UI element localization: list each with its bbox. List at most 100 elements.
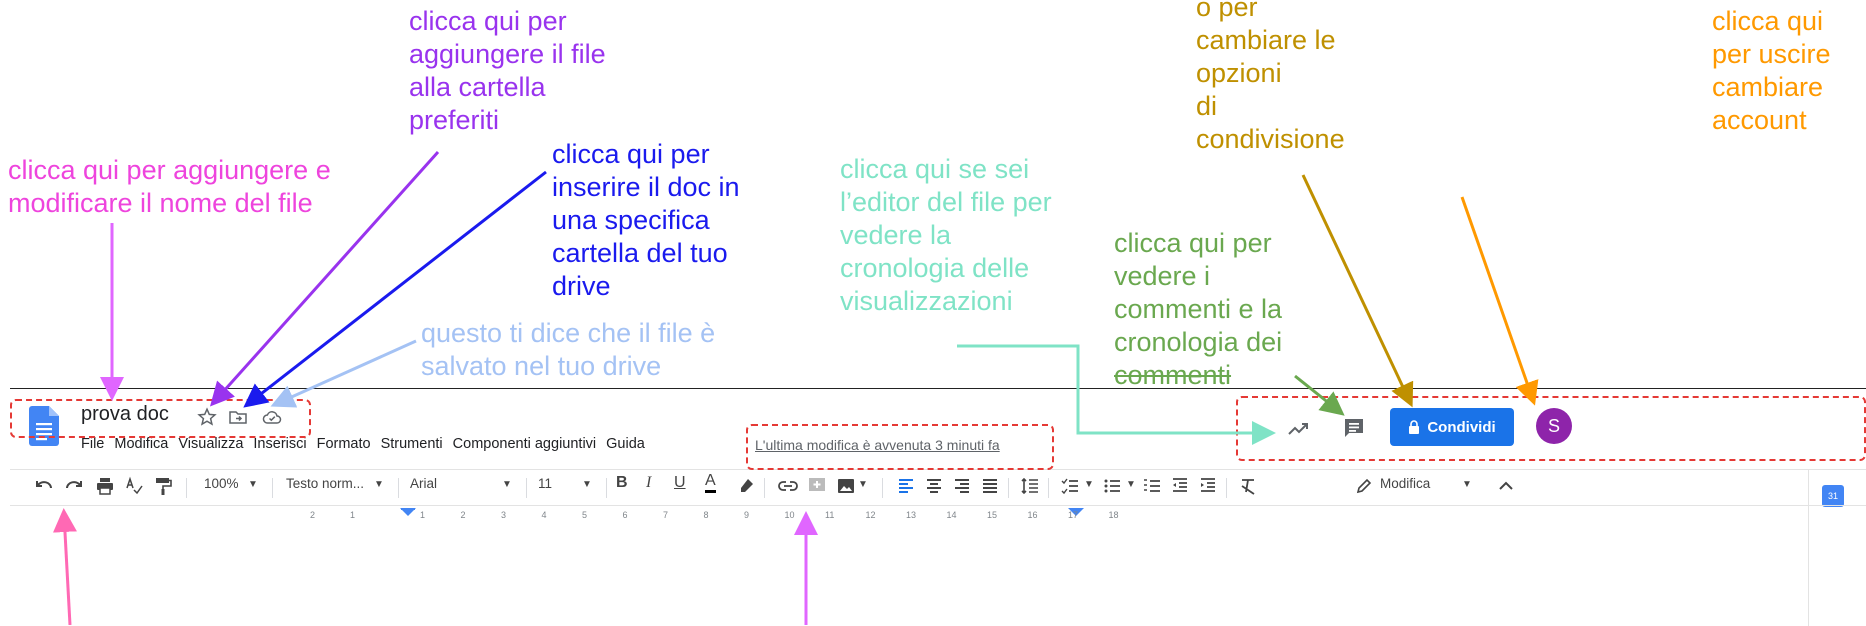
- share-button[interactable]: Condividi: [1390, 408, 1514, 446]
- undo-icon[interactable]: [34, 476, 54, 496]
- font-size-select[interactable]: 11: [538, 476, 552, 491]
- chevron-down-icon[interactable]: ▼: [1126, 479, 1136, 490]
- menu-strumenti[interactable]: Strumenti: [381, 436, 443, 452]
- annotation-saved: questo ti dice che il file è salvato nel…: [421, 318, 716, 381]
- ruler-indent-marker-icon[interactable]: [400, 508, 416, 518]
- ruler-number: 14: [946, 510, 957, 520]
- insert-link-icon[interactable]: [778, 476, 798, 496]
- ruler-number: 2: [460, 510, 466, 520]
- zoom-select[interactable]: 100%: [204, 476, 239, 491]
- checklist-icon[interactable]: [1060, 476, 1080, 496]
- menu-formato[interactable]: Formato: [317, 436, 371, 452]
- annotation-share: o per cambiare le opzioni di condivision…: [1196, 0, 1345, 154]
- paint-format-icon[interactable]: [153, 476, 173, 496]
- font-select[interactable]: Arial: [410, 476, 437, 491]
- document-title[interactable]: prova doc: [81, 403, 169, 426]
- calendar-icon[interactable]: 31: [1822, 485, 1844, 507]
- insert-image-icon[interactable]: [836, 476, 856, 496]
- add-comment-icon[interactable]: [807, 476, 827, 496]
- star-icon[interactable]: [197, 407, 217, 427]
- ruler-number: 12: [865, 510, 876, 520]
- lock-icon: [1409, 420, 1420, 434]
- toolbar-separator: [764, 478, 765, 498]
- ruler-number: 11: [825, 510, 835, 520]
- italic-button[interactable]: I: [646, 474, 651, 492]
- chevron-down-icon[interactable]: ▼: [248, 479, 258, 490]
- toolbar-separator: [882, 478, 883, 498]
- arrow-account: [1460, 196, 1539, 406]
- menu-file[interactable]: File: [81, 436, 104, 452]
- ruler-number: 4: [541, 510, 547, 520]
- menu-bar: File Modifica Visualizza Inserisci Forma…: [81, 436, 655, 452]
- toolbar-separator: [186, 478, 187, 498]
- ruler-number: 3: [501, 510, 507, 520]
- clear-formatting-icon[interactable]: [1238, 476, 1258, 496]
- ruler-number: 16: [1027, 510, 1038, 520]
- toolbar-separator: [398, 478, 399, 498]
- numbered-list-icon[interactable]: [1142, 476, 1162, 496]
- activity-dashboard-icon[interactable]: [1286, 417, 1310, 441]
- menu-modifica[interactable]: Modifica: [114, 436, 168, 452]
- side-panel-divider: [1808, 469, 1809, 626]
- pencil-icon[interactable]: [1354, 476, 1374, 496]
- annotation-activity: clicca qui se sei l’editor del file per …: [840, 154, 1052, 316]
- paragraph-style-select[interactable]: Testo norm...: [286, 476, 364, 491]
- align-center-icon[interactable]: [924, 476, 944, 496]
- chevron-down-icon[interactable]: ▼: [858, 479, 868, 490]
- underline-button[interactable]: U: [674, 474, 686, 492]
- ruler-number: 18: [1108, 510, 1119, 520]
- menu-componenti[interactable]: Componenti aggiuntivi: [453, 436, 596, 452]
- toolbar-separator: [272, 478, 273, 498]
- decrease-indent-icon[interactable]: [1170, 476, 1190, 496]
- editing-mode-select[interactable]: Modifica: [1380, 476, 1430, 491]
- highlight-icon[interactable]: [736, 476, 756, 496]
- chevron-down-icon[interactable]: ▼: [502, 479, 512, 490]
- chevron-down-icon[interactable]: ▼: [1084, 479, 1094, 490]
- menu-inserisci[interactable]: Inserisci: [253, 436, 306, 452]
- bold-button[interactable]: B: [616, 474, 628, 492]
- ruler-number: 7: [663, 510, 669, 520]
- ruler-number: 9: [744, 510, 750, 520]
- menu-visualizza[interactable]: Visualizza: [178, 436, 243, 452]
- chevron-down-icon[interactable]: ▼: [582, 479, 592, 490]
- ruler-number: 6: [622, 510, 628, 520]
- ruler-number: 17: [1068, 510, 1079, 520]
- line-spacing-icon[interactable]: [1020, 476, 1040, 496]
- toolbar-separator: [1048, 478, 1049, 498]
- menu-guida[interactable]: Guida: [606, 436, 645, 452]
- toolbar-separator: [1008, 478, 1009, 498]
- toolbar-separator: [526, 478, 527, 498]
- ruler-number: 5: [582, 510, 588, 520]
- align-left-icon[interactable]: [896, 476, 916, 496]
- bulleted-list-icon[interactable]: [1102, 476, 1122, 496]
- redo-icon[interactable]: [64, 476, 84, 496]
- align-justify-icon[interactable]: [980, 476, 1000, 496]
- arrow-share: [1301, 174, 1414, 408]
- annotation-comments: clicca qui per vedere i commenti e la cr…: [1114, 228, 1283, 390]
- chevron-up-icon[interactable]: [1496, 476, 1516, 496]
- ruler-number: 13: [906, 510, 917, 520]
- chevron-down-icon[interactable]: ▼: [374, 479, 384, 490]
- move-to-folder-icon[interactable]: [228, 407, 248, 427]
- last-edit-link[interactable]: L'ultima modifica è avvenuta 3 minuti fa: [755, 437, 1000, 453]
- toolbar-separator: [1226, 478, 1227, 498]
- docs-logo-icon[interactable]: [29, 406, 59, 446]
- text-color-button[interactable]: A: [705, 472, 716, 493]
- annotation-account: clicca qui per uscire cambiare account: [1712, 6, 1831, 135]
- spellcheck-icon[interactable]: [124, 476, 144, 496]
- share-button-label: Condividi: [1427, 418, 1496, 436]
- annotation-move-folder: clicca qui per inserire il doc in una sp…: [552, 139, 740, 301]
- docs-window: prova doc File Modifica Visualizza Inser…: [10, 388, 1866, 626]
- account-avatar[interactable]: S: [1536, 408, 1572, 444]
- print-icon[interactable]: [95, 476, 115, 496]
- annotation-rename: clicca qui per aggiungere e modificare i…: [8, 155, 331, 218]
- chevron-down-icon[interactable]: ▼: [1462, 479, 1472, 490]
- comments-icon[interactable]: [1342, 416, 1366, 440]
- increase-indent-icon[interactable]: [1198, 476, 1218, 496]
- ruler-number: 1: [420, 510, 426, 520]
- align-right-icon[interactable]: [952, 476, 972, 496]
- annotation-favorite: clicca qui per aggiungere il file alla c…: [409, 6, 606, 135]
- ruler-number: 8: [703, 510, 709, 520]
- ruler-number: 1: [350, 510, 356, 520]
- cloud-saved-icon: [262, 411, 282, 424]
